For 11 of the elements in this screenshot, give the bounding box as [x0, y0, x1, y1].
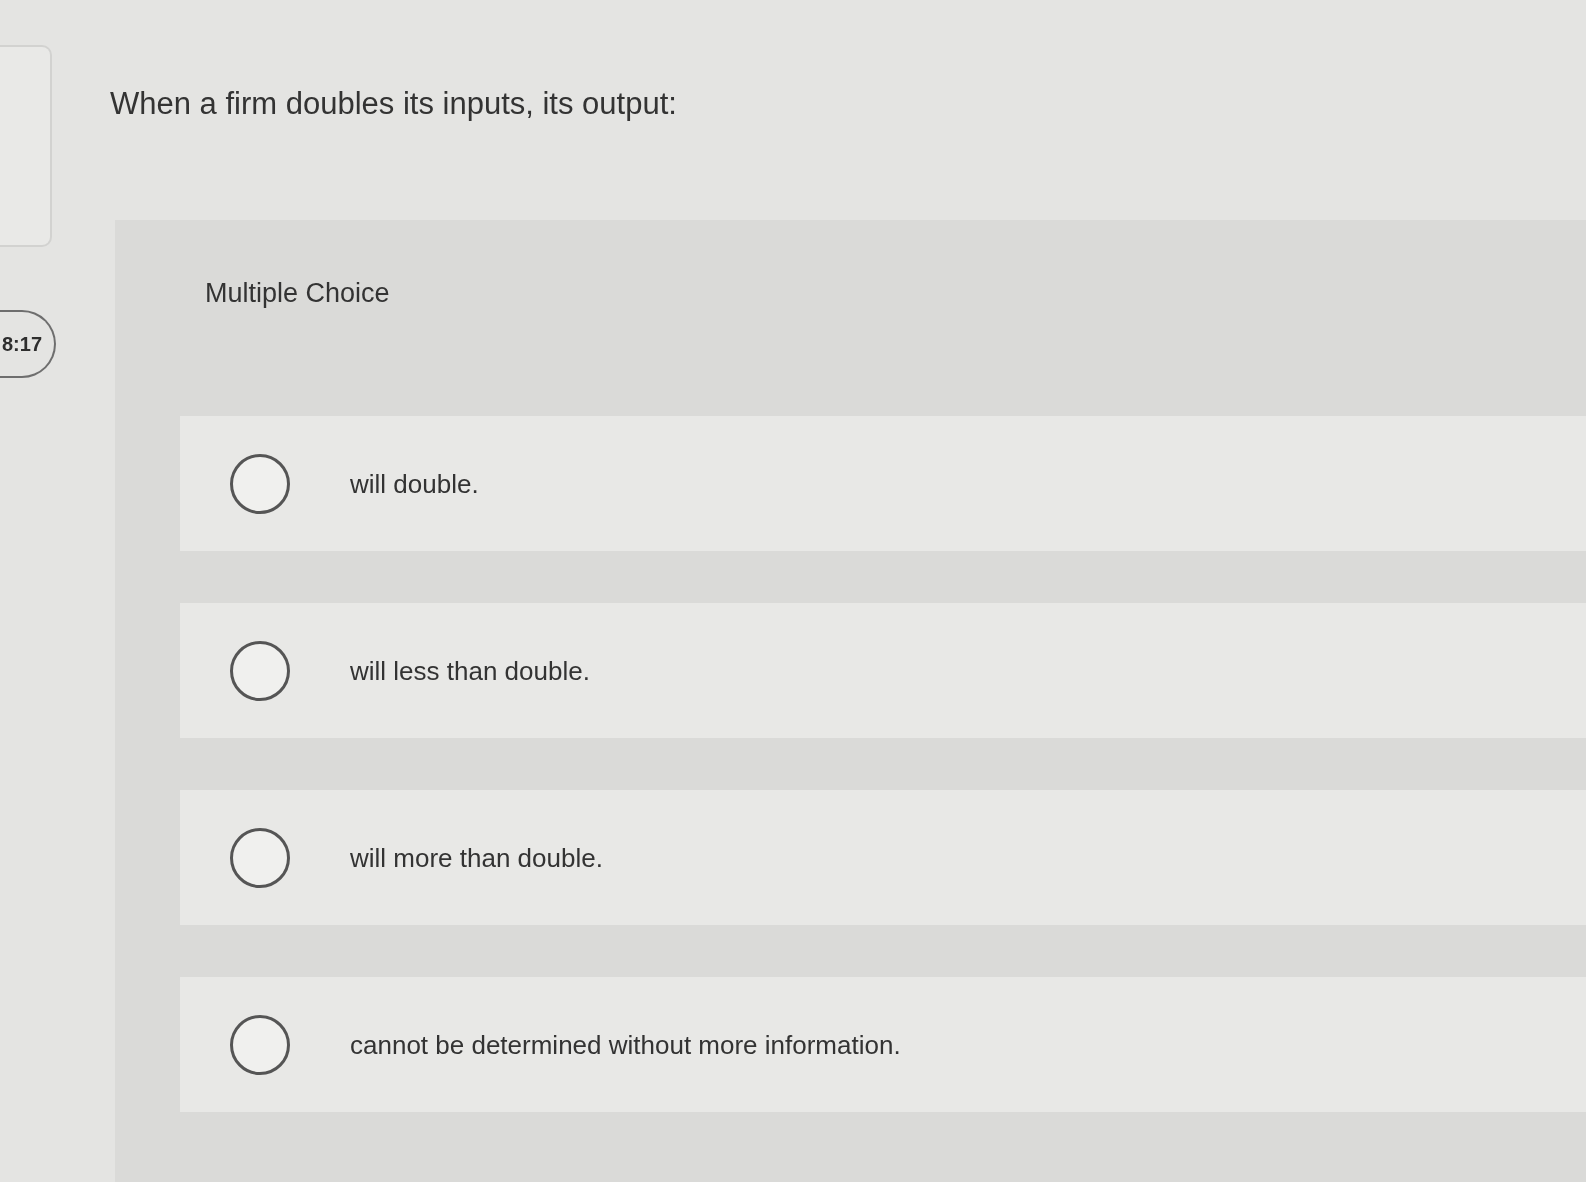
- option-text: will less than double.: [350, 654, 590, 688]
- option-text: cannot be determined without more information.: [350, 1028, 901, 1062]
- option-text: will double.: [350, 467, 479, 501]
- question-text: When a firm doubles its inputs, its output:: [110, 85, 678, 123]
- answer-option[interactable]: will more than double.: [180, 790, 1586, 925]
- answer-option[interactable]: will double.: [180, 416, 1586, 551]
- timer: 8:17: [0, 310, 56, 378]
- question-type-label: Multiple Choice: [205, 277, 390, 310]
- option-text: will more than double.: [350, 841, 603, 875]
- answer-option[interactable]: will less than double.: [180, 603, 1586, 738]
- answer-option[interactable]: cannot be determined without more information.: [180, 977, 1586, 1112]
